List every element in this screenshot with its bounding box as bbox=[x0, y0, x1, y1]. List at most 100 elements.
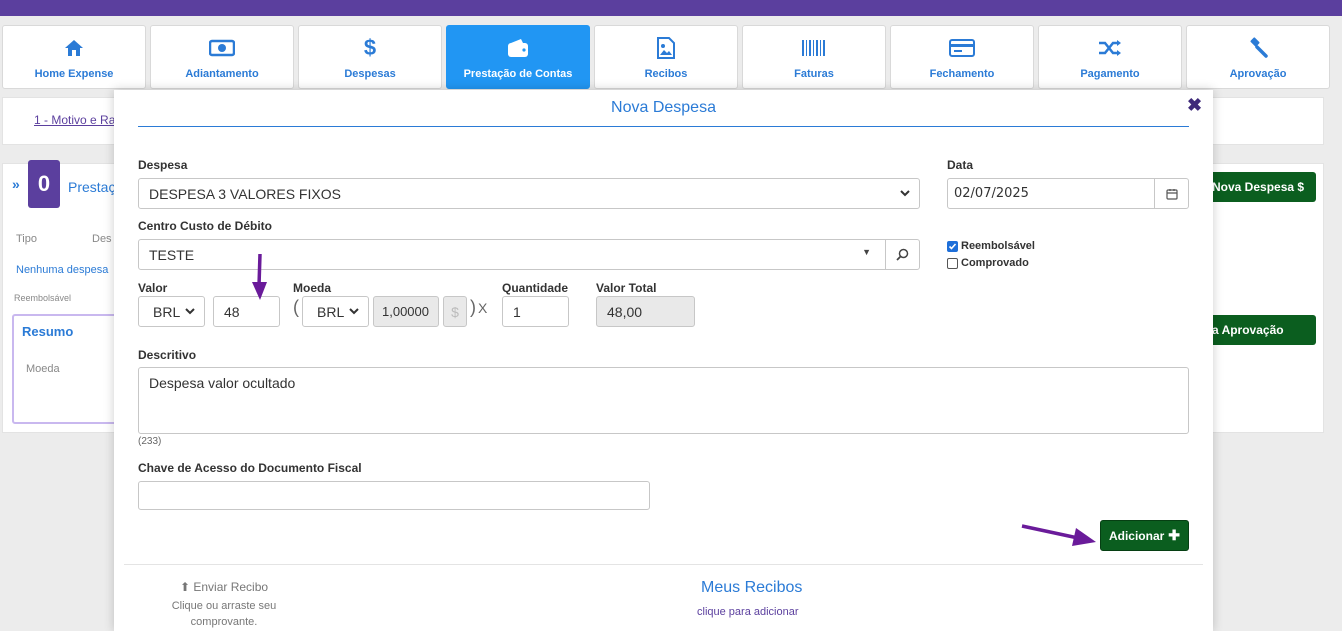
double-chevron-icon: » bbox=[12, 176, 20, 192]
barcode-icon bbox=[801, 36, 827, 60]
reembolsavel-legend: Reembolsável bbox=[14, 293, 72, 303]
arrow-right-icon bbox=[1021, 524, 1096, 546]
nova-despesa-bg-button[interactable]: Nova Despesa $ bbox=[1208, 172, 1316, 202]
nav-faturas[interactable]: Faturas bbox=[742, 25, 886, 89]
despesa-select[interactable]: DESPESA 3 VALORES FIXOS bbox=[138, 178, 920, 209]
upload-area[interactable]: ⬆ Enviar Recibo Clique ou arraste seu co… bbox=[154, 580, 294, 628]
dollar-icon: $ bbox=[363, 35, 377, 60]
descritivo-textarea[interactable]: Despesa valor ocultado bbox=[138, 367, 1189, 434]
close-icon[interactable]: ✖ bbox=[1187, 95, 1202, 116]
calendar-icon[interactable] bbox=[1154, 179, 1188, 208]
main-nav: Home Expense Adiantamento $ Despesas Pre… bbox=[2, 25, 1330, 89]
banknote-icon bbox=[209, 36, 235, 60]
resumo-box: Resumo Moeda bbox=[12, 314, 122, 424]
adicionar-button[interactable]: Adicionar ✚ bbox=[1100, 520, 1189, 551]
valor-total-label: Valor Total bbox=[596, 281, 657, 295]
step-link[interactable]: 1 - Motivo e Ra bbox=[34, 113, 115, 127]
nav-label: Despesas bbox=[344, 68, 396, 80]
nav-recibos[interactable]: Recibos bbox=[594, 25, 738, 89]
valor-currency-select[interactable]: BRL bbox=[138, 296, 205, 327]
paren-close: ) bbox=[470, 297, 476, 317]
descritivo-value: Despesa valor ocultado bbox=[149, 375, 296, 391]
moeda-currency-select[interactable]: BRL bbox=[302, 296, 369, 327]
despesa-value: DESPESA 3 VALORES FIXOS bbox=[149, 185, 341, 202]
home-icon bbox=[64, 36, 84, 60]
nav-prestacao-de-contas[interactable]: Prestação de Contas bbox=[446, 25, 590, 89]
chevron-down-icon bbox=[349, 308, 359, 315]
nav-label: Prestação de Contas bbox=[463, 68, 573, 80]
checkbox-unchecked-icon bbox=[947, 257, 958, 269]
char-count: (233) bbox=[138, 436, 162, 447]
despesa-label: Despesa bbox=[138, 158, 188, 172]
enviar-aprovacao-bg-button[interactable]: a Aprovação bbox=[1208, 315, 1316, 345]
upload-divider bbox=[124, 564, 1203, 565]
gavel-icon bbox=[1247, 36, 1269, 60]
nav-label: Aprovação bbox=[1229, 68, 1287, 80]
checkbox-checked-icon bbox=[947, 240, 958, 252]
col-des: Des bbox=[92, 233, 112, 245]
moeda-currency-value: BRL bbox=[317, 303, 345, 320]
quantidade-value: 1 bbox=[513, 303, 521, 320]
descritivo-label: Descritivo bbox=[138, 348, 197, 362]
reembolsavel-label: Reembolsável bbox=[961, 240, 1035, 252]
moeda-rate-value: 1,00000 bbox=[382, 304, 429, 319]
caret-down-icon: ▼ bbox=[862, 247, 871, 257]
upload-icon: ⬆ bbox=[179, 580, 190, 594]
dollar-icon: $ bbox=[451, 303, 459, 320]
comprovado-checkbox[interactable]: Comprovado bbox=[947, 257, 1029, 269]
empty-message: Nenhuma despesa bbox=[16, 264, 109, 276]
valor-total-input: 48,00 bbox=[596, 296, 695, 327]
comprovado-label: Comprovado bbox=[961, 257, 1029, 269]
image-icon bbox=[656, 36, 676, 60]
centro-custo-label: Centro Custo de Débito bbox=[138, 219, 272, 233]
valor-total-value: 48,00 bbox=[607, 303, 643, 320]
paren-open: ( bbox=[293, 297, 299, 317]
nav-label: Pagamento bbox=[1080, 68, 1140, 80]
upload-hint-1: Clique ou arraste seu bbox=[171, 600, 277, 612]
times-sign: X bbox=[478, 300, 488, 316]
wallet-icon bbox=[507, 36, 529, 60]
quantidade-label: Quantidade bbox=[502, 281, 569, 295]
count-badge: 0 bbox=[28, 160, 60, 208]
credit-card-icon bbox=[949, 36, 975, 60]
moeda-label: Moeda bbox=[293, 281, 332, 295]
nav-adiantamento[interactable]: Adiantamento bbox=[150, 25, 294, 89]
nav-label: Adiantamento bbox=[185, 68, 259, 80]
nav-despesas[interactable]: $ Despesas bbox=[298, 25, 442, 89]
shuffle-icon bbox=[1098, 36, 1122, 60]
arrow-down-icon bbox=[252, 253, 267, 300]
upload-hint-2: comprovante. bbox=[190, 616, 258, 628]
nav-pagamento[interactable]: Pagamento bbox=[1038, 25, 1182, 89]
modal-title: Nova Despesa bbox=[611, 99, 716, 116]
nav-aprovacao[interactable]: Aprovação bbox=[1186, 25, 1330, 89]
col-tipo: Tipo bbox=[16, 233, 37, 245]
meus-recibos-title: Meus Recibos bbox=[701, 579, 803, 596]
nav-fechamento[interactable]: Fechamento bbox=[890, 25, 1034, 89]
plus-icon: ✚ bbox=[1168, 527, 1181, 543]
rate-dollar-button[interactable]: $ bbox=[443, 296, 467, 327]
title-divider bbox=[138, 126, 1189, 127]
centro-custo-value: TESTE bbox=[149, 246, 195, 263]
data-value: 02/07/2025 bbox=[954, 186, 1029, 201]
search-icon[interactable] bbox=[885, 240, 919, 269]
nav-label: Home Expense bbox=[34, 68, 114, 80]
nav-label: Faturas bbox=[794, 68, 834, 80]
chave-label: Chave de Acesso do Documento Fiscal bbox=[138, 461, 362, 475]
top-bar bbox=[0, 0, 1342, 16]
valor-label: Valor bbox=[138, 281, 168, 295]
chave-input[interactable] bbox=[138, 481, 650, 510]
recibos-add-link[interactable]: clique para adicionar bbox=[697, 606, 799, 618]
reembolsavel-checkbox[interactable]: Reembolsável bbox=[947, 240, 1035, 252]
nav-label: Fechamento bbox=[929, 68, 995, 80]
data-input[interactable]: 02/07/2025 bbox=[947, 178, 1189, 209]
moeda-rate-input: 1,00000 bbox=[373, 296, 439, 327]
resumo-moeda: Moeda bbox=[26, 363, 60, 375]
adicionar-label: Adicionar bbox=[1108, 528, 1165, 543]
quantidade-input[interactable]: 1 bbox=[502, 296, 569, 327]
nav-home-expense[interactable]: Home Expense bbox=[2, 25, 146, 89]
section-title: Prestaç bbox=[68, 179, 116, 195]
resumo-title: Resumo bbox=[22, 324, 74, 339]
nav-label: Recibos bbox=[644, 68, 688, 80]
upload-title: Enviar Recibo bbox=[193, 580, 269, 594]
chevron-down-icon bbox=[900, 190, 910, 197]
